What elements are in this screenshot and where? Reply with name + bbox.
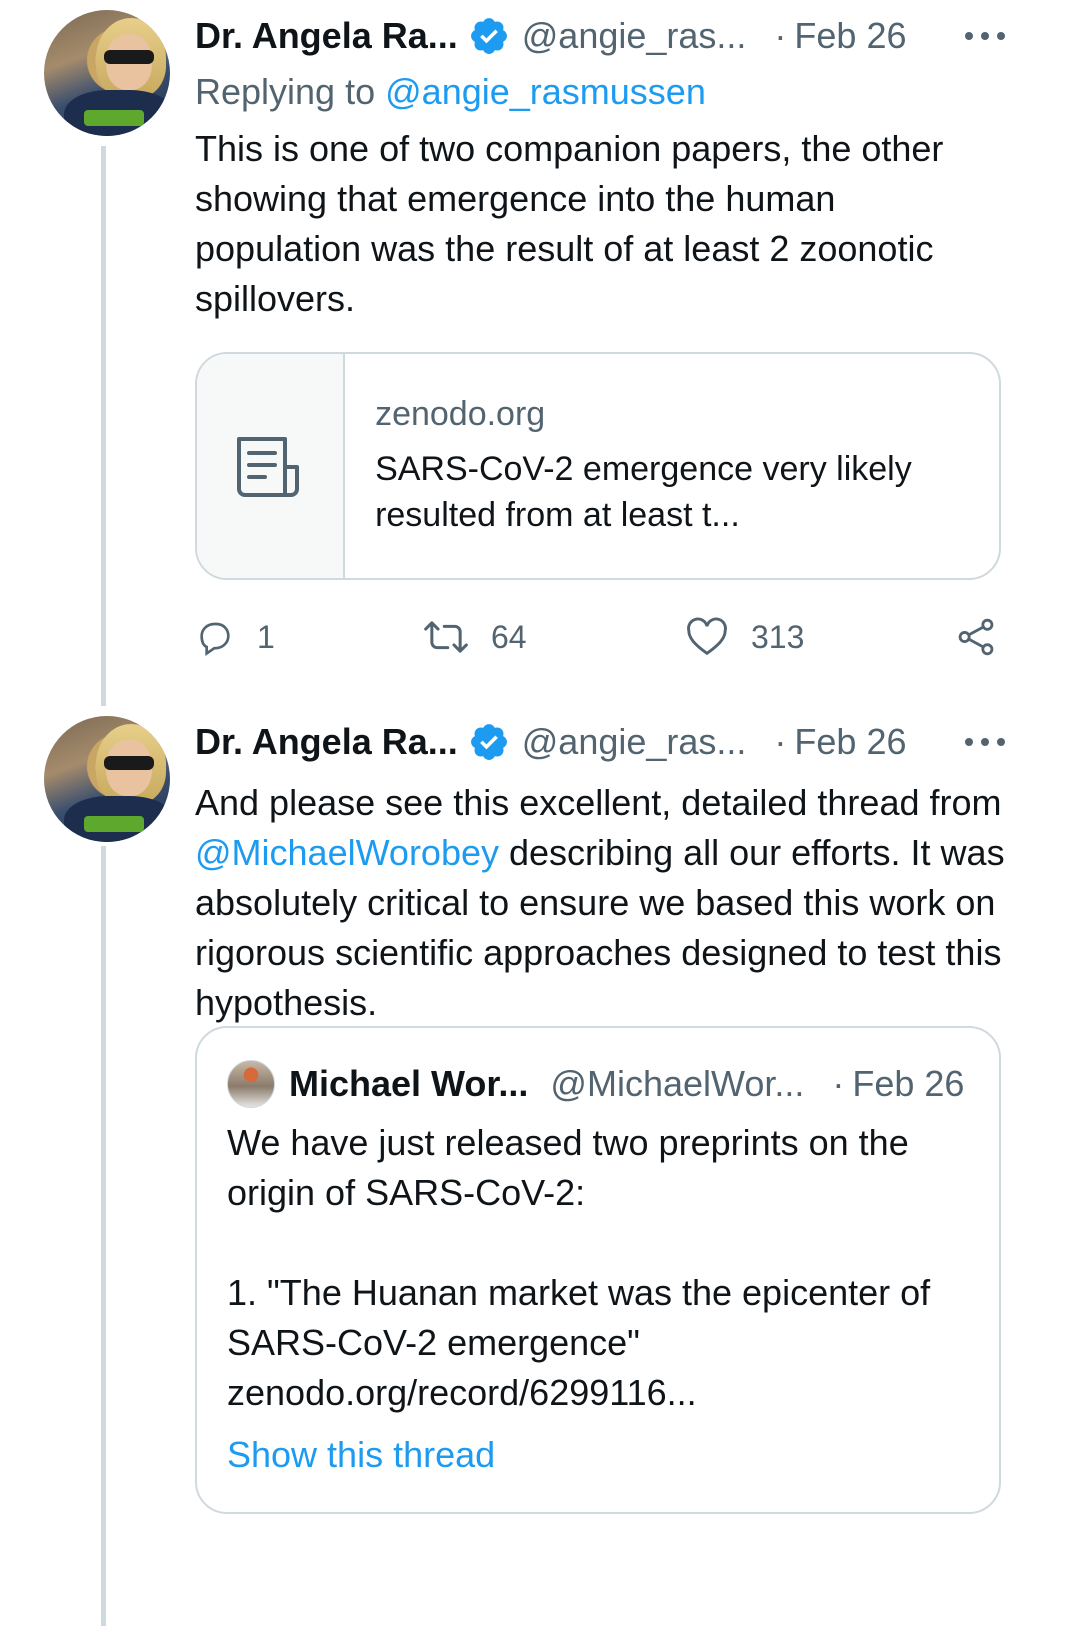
avatar-column [44,716,170,842]
avatar[interactable] [44,716,170,842]
retweet-icon [424,621,468,653]
more-options-icon[interactable] [965,26,1005,46]
thread-connector-line [101,846,106,1626]
quoted-tweet-date: Feb 26 [852,1063,965,1104]
reply-icon [200,622,230,657]
verified-badge-icon [470,724,507,760]
like-count: 313 [751,618,805,655]
card-title: SARS-CoV-2 emergence very likely resulte… [375,450,912,534]
author-handle[interactable]: @angie_ras... [522,721,747,763]
separator-dot: · [774,15,787,56]
card-domain: zenodo.org [375,395,546,433]
quoted-tweet-header: Michael Wor... @MichaelWor... · Feb 26 [227,1056,969,1112]
tweet[interactable]: Dr. Angela Ra... @angie_ras... · Feb 26 … [0,0,1080,732]
verified-badge-icon [470,18,507,54]
quoted-author-name: Michael Wor... [289,1063,529,1104]
tweet-header: Dr. Angela Ra... @angie_ras... · Feb 26 [195,0,1005,72]
tweet-date[interactable]: Feb 26 [794,15,906,57]
quoted-author-handle: @MichaelWor... [550,1063,805,1104]
show-thread-link[interactable]: Show this thread [227,1430,969,1480]
tweet[interactable]: Dr. Angela Ra... @angie_ras... · Feb 26 … [0,716,1080,1626]
separator-dot: · [774,721,787,762]
mention-link[interactable]: @MichaelWorobey [195,832,499,873]
replying-to-label: Replying to [195,71,376,112]
link-card[interactable]: zenodo.org SARS-CoV-2 emergence very lik… [195,352,1001,580]
tweet-content: Dr. Angela Ra... @angie_ras... · Feb 26 … [195,706,1005,1514]
tweet-actions: 1 64 313 [195,612,1005,662]
separator-dot: · [832,1063,845,1104]
tweet-date[interactable]: Feb 26 [794,721,906,763]
tweet-text-part: And please see this excellent, detailed … [195,782,1002,823]
more-options-icon[interactable] [965,732,1005,752]
card-text: zenodo.org SARS-CoV-2 emergence very lik… [345,354,999,578]
thread-connector-line [101,146,106,706]
replying-to-handle-link[interactable]: @angie_rasmussen [385,71,706,112]
replying-to: Replying to @angie_rasmussen [195,72,1005,124]
tweet-header: Dr. Angela Ra... @angie_ras... · Feb 26 [195,706,1005,778]
quoted-tweet-text: We have just released two preprints on t… [227,1122,931,1413]
card-thumbnail [197,354,346,578]
quoted-tweet[interactable]: Michael Wor... @MichaelWor... · Feb 26 W… [195,1026,1001,1514]
like-button[interactable]: 313 [685,617,804,657]
retweet-button[interactable]: 64 [423,617,527,657]
share-icon [958,618,994,656]
reply-count: 1 [257,618,275,655]
tweet-text: This is one of two companion papers, the… [195,128,944,319]
quoted-avatar [227,1060,275,1108]
share-button[interactable] [955,616,1019,658]
avatar[interactable] [44,10,170,136]
tweet-content: Dr. Angela Ra... @angie_ras... · Feb 26 … [195,0,1005,657]
tweet-feed: Dr. Angela Ra... @angie_ras... · Feb 26 … [0,0,1080,1626]
document-icon [237,437,300,497]
avatar-column [44,10,170,136]
tweet-text: And please see this excellent, detailed … [195,778,1005,1028]
author-name[interactable]: Dr. Angela Ra... [195,721,458,763]
author-handle[interactable]: @angie_ras... [522,15,747,57]
retweet-count: 64 [491,618,527,655]
author-name[interactable]: Dr. Angela Ra... [195,15,458,57]
reply-button[interactable]: 1 [195,617,275,657]
heart-icon [687,617,727,656]
